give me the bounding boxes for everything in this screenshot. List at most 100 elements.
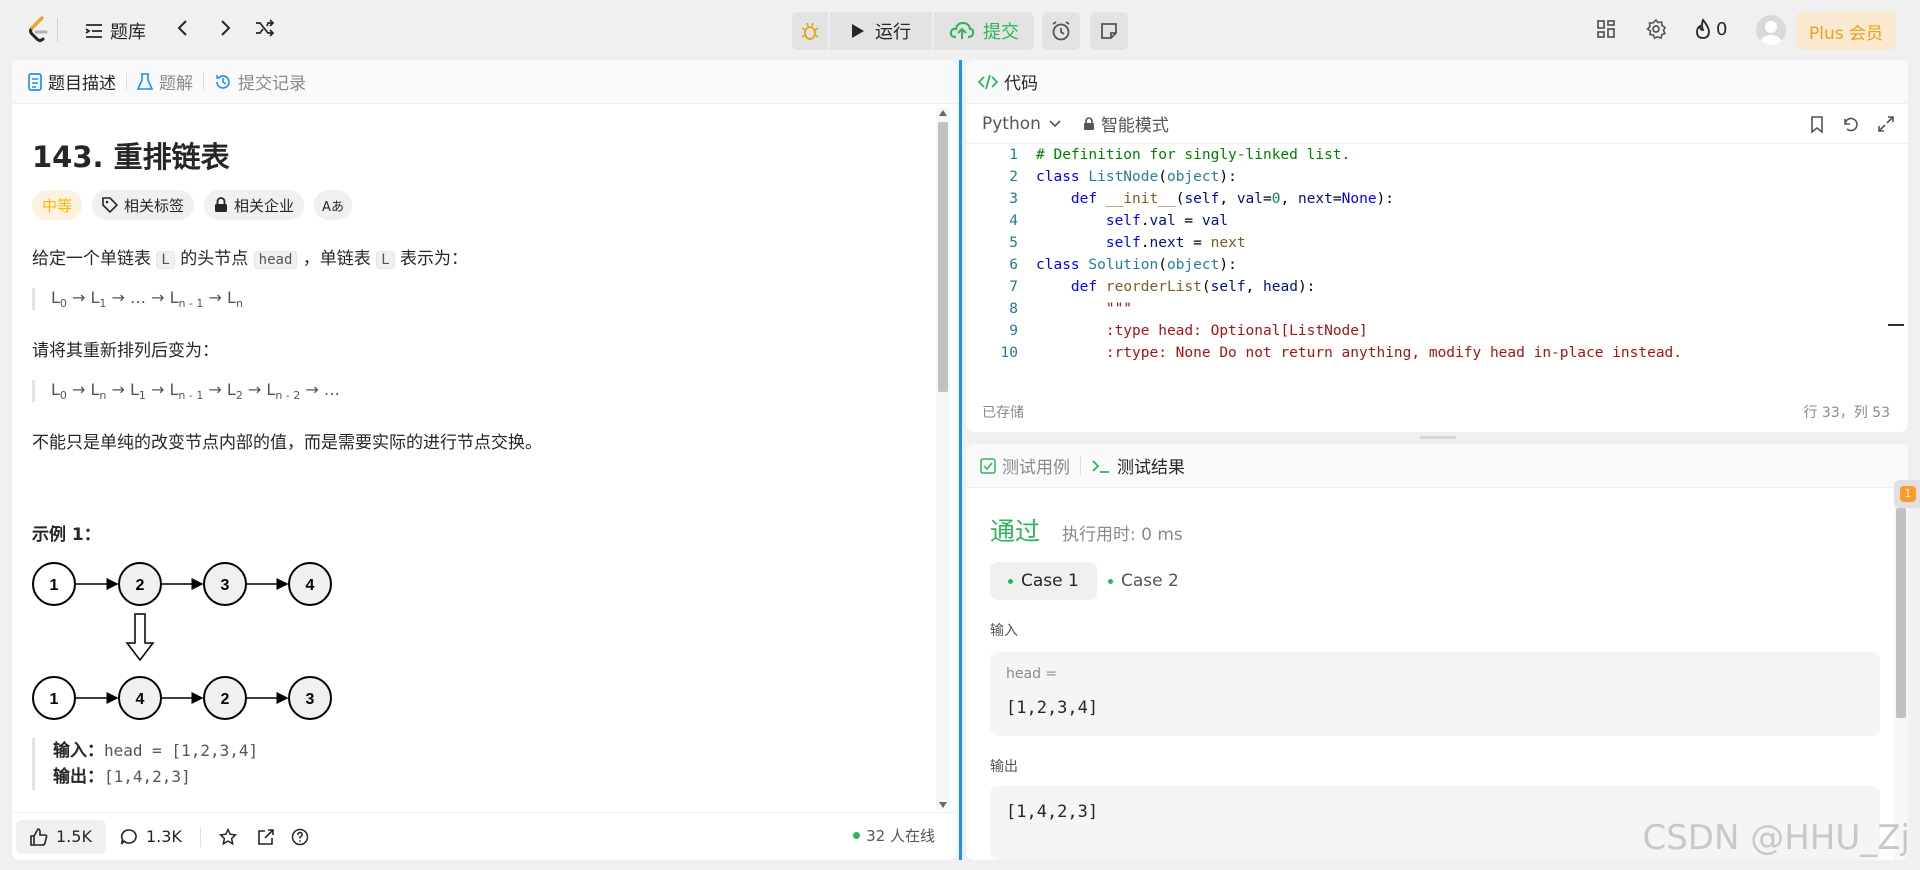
- output-value: [1,4,2,3]: [1006, 802, 1099, 822]
- tab-testcases[interactable]: 测试用例: [980, 453, 1070, 478]
- scrollbar-thumb[interactable]: [1896, 508, 1906, 718]
- tab-test-results[interactable]: 测试结果: [1091, 453, 1185, 478]
- code-editor[interactable]: 1 # Definition for singly-linked list. 2c…: [966, 144, 1908, 362]
- reset-icon[interactable]: [1842, 116, 1860, 134]
- streak-button[interactable]: 0: [1694, 18, 1727, 40]
- cloud-upload-icon: [949, 21, 975, 39]
- example-input-row: 输入：head = [1,2,3,4]: [53, 738, 258, 764]
- case-tab-2[interactable]: Case 2: [1090, 562, 1197, 600]
- related-companies-button[interactable]: 相关企业: [204, 190, 305, 220]
- terminal-icon: [1092, 459, 1109, 473]
- example-io: 输入：head = [1,2,3,4] 输出：[1,4,2,3]: [32, 738, 258, 790]
- bookmark-icon[interactable]: [1810, 116, 1824, 134]
- share-icon: [258, 828, 274, 845]
- watermark: CSDN @HHU_Zj: [1642, 818, 1910, 858]
- related-tags-label: 相关标签: [124, 196, 185, 215]
- chevron-left-icon: [177, 20, 187, 36]
- test-panel-tabs: 测试用例 测试结果: [966, 444, 1908, 488]
- scroll-up-icon[interactable]: [939, 110, 947, 116]
- reordered-list-formula: L0 → Ln → L1 → Ln - 1 → L2 → Ln - 2 → …: [32, 380, 340, 403]
- diagram-top-row: 1 2 3 4: [32, 562, 332, 606]
- tab-description[interactable]: 题目描述: [28, 69, 116, 94]
- notification-tab[interactable]: 1: [1894, 480, 1920, 508]
- panel-resize-handle[interactable]: [959, 60, 962, 860]
- flask-icon: [137, 72, 153, 90]
- plus-membership-button[interactable]: Plus 会员: [1796, 12, 1896, 50]
- chevron-right-icon: [221, 20, 231, 36]
- test-result-panel: 测试用例 测试结果 通过 执行用时: 0 ms Case 1 Case 2 输入…: [966, 444, 1908, 860]
- thumbs-up-icon: [30, 827, 48, 846]
- description-paragraph-3: 不能只是单纯的改变节点内部的值，而是需要实际的进行节点交换。: [32, 433, 542, 453]
- tab-submissions[interactable]: 提交记录: [214, 69, 306, 94]
- scrollbar-thumb[interactable]: [938, 122, 948, 392]
- timer-button[interactable]: [1042, 12, 1080, 50]
- chevron-down-icon: [1049, 119, 1061, 127]
- lock-icon: [215, 197, 228, 212]
- scroll-down-icon[interactable]: [939, 802, 947, 808]
- inline-code: L: [156, 251, 175, 269]
- save-status: 已存储: [982, 405, 1024, 421]
- question-icon: [291, 828, 309, 845]
- notes-button[interactable]: [1090, 12, 1128, 50]
- next-problem-button[interactable]: [218, 18, 232, 38]
- avatar[interactable]: [1756, 15, 1786, 45]
- plus-label: Plus 会员: [1808, 23, 1883, 44]
- comment-icon: [120, 828, 137, 845]
- editor-actions: [1810, 116, 1894, 134]
- code-panel-header: 代码: [966, 60, 1908, 104]
- divider: [199, 826, 201, 847]
- settings-button[interactable]: [1646, 19, 1666, 39]
- language-label: Python: [982, 113, 1041, 134]
- description-footer: 1.5K 1.3K 32 人在线: [12, 812, 957, 860]
- case-pass-dot: [1008, 578, 1013, 584]
- down-arrow-icon: [125, 613, 155, 662]
- case-tab-1[interactable]: Case 1: [990, 562, 1097, 600]
- online-count: 32 人在线: [853, 825, 935, 846]
- star-icon: [218, 827, 237, 845]
- smart-mode-label: 智能模式: [1100, 116, 1169, 136]
- online-dot: [853, 832, 861, 839]
- smart-mode-toggle[interactable]: 智能模式: [1083, 111, 1169, 136]
- gear-icon: [1646, 19, 1666, 39]
- submit-label: 提交: [983, 22, 1019, 43]
- description-paragraph-1: 给定一个单链表 L 的头节点 head ，单链表 L 表示为：: [32, 244, 468, 269]
- description-scrollbar[interactable]: [936, 108, 950, 810]
- random-problem-button[interactable]: [254, 19, 276, 37]
- comments-button[interactable]: 1.3K: [106, 820, 196, 854]
- diagram-node-label: 3: [306, 691, 315, 708]
- linked-list-diagram: 1 2 3 4 1 4 2 3: [32, 562, 332, 720]
- desc-text: 表示为：: [394, 249, 469, 269]
- problem-tags: 中等 相关标签 相关企业 Aあ: [32, 190, 352, 220]
- submit-button[interactable]: 提交: [934, 12, 1034, 50]
- run-button[interactable]: 运行: [830, 12, 932, 50]
- input-label: 输入: [990, 623, 1018, 639]
- example-output-label: 输出：: [53, 767, 104, 787]
- example-output-value: [1,4,2,3]: [104, 767, 191, 786]
- shuffle-icon: [256, 19, 275, 37]
- fullscreen-icon[interactable]: [1878, 116, 1894, 132]
- tab-solutions[interactable]: 题解: [137, 69, 193, 94]
- share-button[interactable]: [251, 820, 281, 854]
- prev-problem-button[interactable]: [176, 18, 190, 38]
- online-count-label: 32 人在线: [866, 827, 935, 845]
- translate-button[interactable]: Aあ: [314, 190, 352, 220]
- debug-button[interactable]: [792, 12, 828, 50]
- result-scrollbar[interactable]: [1894, 488, 1908, 860]
- run-label: 运行: [875, 22, 911, 43]
- tab-divider: [1080, 456, 1081, 475]
- help-button[interactable]: [281, 820, 319, 854]
- alarm-clock-icon: [1052, 21, 1070, 41]
- leetcode-logo-icon[interactable]: [28, 16, 50, 44]
- difficulty-badge: 中等: [32, 190, 83, 220]
- like-button[interactable]: 1.5K: [16, 819, 106, 854]
- favorite-button[interactable]: [205, 820, 251, 854]
- problem-list-button[interactable]: 题库: [84, 18, 146, 44]
- horizontal-resize-handle[interactable]: [1420, 436, 1456, 439]
- description-tabs: 题目描述 题解 提交记录: [12, 60, 957, 104]
- verdict-label: 通过: [990, 517, 1041, 546]
- problem-title: 143. 重排链表: [32, 140, 230, 174]
- tag-icon: [102, 197, 119, 213]
- related-tags-button[interactable]: 相关标签: [92, 190, 195, 220]
- layout-button[interactable]: [1596, 19, 1616, 39]
- language-select[interactable]: Python: [982, 114, 1061, 134]
